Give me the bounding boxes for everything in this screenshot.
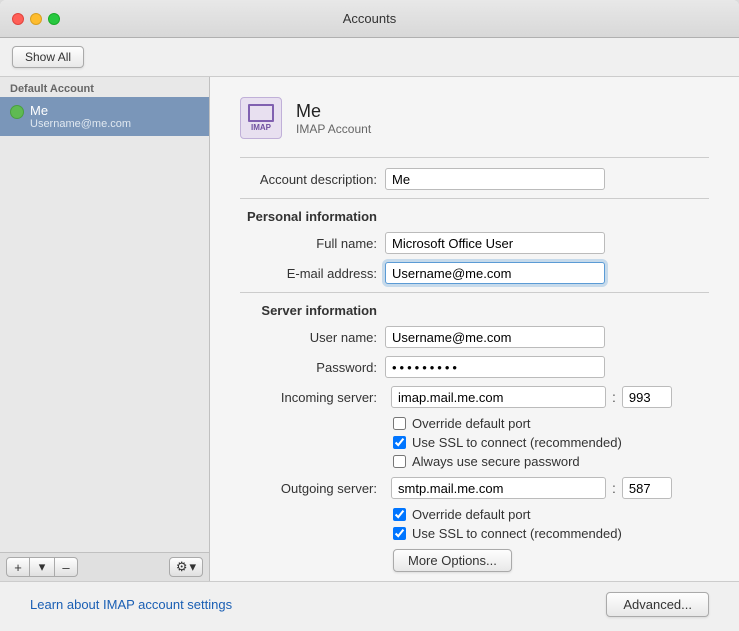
account-display-name: Me: [296, 101, 371, 122]
sidebar-item-text: Me Username@me.com: [30, 103, 199, 130]
main-panel: IMAP Me IMAP Account Account description…: [210, 77, 739, 581]
add-account-button[interactable]: +: [6, 557, 30, 577]
toolbar: Show All: [0, 38, 739, 77]
outgoing-server-label: Outgoing server:: [240, 481, 385, 496]
colon-2: :: [612, 480, 616, 496]
personal-section-label: Personal information: [240, 209, 385, 224]
incoming-server-label: Incoming server:: [240, 390, 385, 405]
gear-button[interactable]: ⚙ ▾: [169, 557, 203, 577]
description-input[interactable]: [385, 168, 605, 190]
ssl-row-2: Use SSL to connect (recommended): [393, 526, 709, 541]
username-input[interactable]: [385, 326, 605, 348]
ssl-checkbox[interactable]: [393, 436, 406, 449]
incoming-server-input[interactable]: [391, 386, 606, 408]
override-port-checkbox[interactable]: [393, 417, 406, 430]
secure-pwd-checkbox[interactable]: [393, 455, 406, 468]
gear-arrow-icon: ▾: [189, 559, 196, 575]
ssl-label-2: Use SSL to connect (recommended): [412, 526, 622, 541]
username-row: User name:: [240, 326, 709, 348]
override-port-row-2: Override default port: [393, 507, 709, 522]
fullname-input[interactable]: [385, 232, 605, 254]
personal-section-row: Personal information: [240, 209, 709, 224]
bottom-bar: Learn about IMAP account settings Advanc…: [0, 581, 739, 631]
sidebar-header: Default Account: [0, 77, 209, 97]
override-port-label-2: Override default port: [412, 507, 531, 522]
ssl-checkbox-2[interactable]: [393, 527, 406, 540]
colon-1: :: [612, 389, 616, 405]
account-header: IMAP Me IMAP Account: [240, 97, 709, 139]
override-port-row: Override default port: [393, 416, 709, 431]
content-area: Default Account Me Username@me.com + ▾ –…: [0, 77, 739, 581]
incoming-server-row: Incoming server: :: [240, 386, 709, 408]
divider-1: [240, 157, 709, 158]
advanced-button[interactable]: Advanced...: [606, 592, 709, 617]
override-port-checkbox-2[interactable]: [393, 508, 406, 521]
sidebar: Default Account Me Username@me.com + ▾ –…: [0, 77, 210, 581]
account-title-group: Me IMAP Account: [296, 101, 371, 136]
main-window: Accounts Show All Default Account Me Use…: [0, 0, 739, 631]
imap-label: IMAP: [251, 123, 271, 132]
sidebar-spacer: [0, 136, 209, 552]
sidebar-footer-left: + ▾ –: [6, 557, 78, 577]
fullname-row: Full name:: [240, 232, 709, 254]
dropdown-button[interactable]: ▾: [30, 557, 54, 577]
server-section-row: Server information: [240, 303, 709, 318]
maximize-button[interactable]: [48, 13, 60, 25]
account-type-label: IMAP Account: [296, 122, 371, 136]
outgoing-port-input[interactable]: [622, 477, 672, 499]
traffic-lights: [12, 13, 60, 25]
envelope-icon: [248, 104, 274, 122]
window-title: Accounts: [343, 11, 396, 26]
secure-pwd-label: Always use secure password: [412, 454, 580, 469]
titlebar: Accounts: [0, 0, 739, 38]
override-port-label: Override default port: [412, 416, 531, 431]
more-options-button[interactable]: More Options...: [393, 549, 512, 572]
ssl-label: Use SSL to connect (recommended): [412, 435, 622, 450]
imap-icon: IMAP: [240, 97, 282, 139]
outgoing-server-row: Outgoing server: :: [240, 477, 709, 499]
password-label: Password:: [240, 360, 385, 375]
divider-3: [240, 292, 709, 293]
username-label: User name:: [240, 330, 385, 345]
password-input[interactable]: [385, 356, 605, 378]
email-label: E-mail address:: [240, 266, 385, 281]
remove-account-button[interactable]: –: [54, 557, 78, 577]
outgoing-server-input[interactable]: [391, 477, 606, 499]
ssl-row: Use SSL to connect (recommended): [393, 435, 709, 450]
email-input[interactable]: [385, 262, 605, 284]
sidebar-account-item[interactable]: Me Username@me.com: [0, 97, 209, 136]
secure-pwd-row: Always use secure password: [393, 454, 709, 469]
minimize-button[interactable]: [30, 13, 42, 25]
account-status-icon: [10, 105, 24, 119]
server-section-label: Server information: [240, 303, 385, 318]
description-label: Account description:: [240, 172, 385, 187]
divider-2: [240, 198, 709, 199]
show-all-button[interactable]: Show All: [12, 46, 84, 68]
incoming-port-input[interactable]: [622, 386, 672, 408]
sidebar-footer: + ▾ – ⚙ ▾: [0, 552, 209, 581]
close-button[interactable]: [12, 13, 24, 25]
gear-icon: ⚙: [176, 559, 188, 575]
password-row: Password:: [240, 356, 709, 378]
more-options-row: More Options...: [393, 549, 709, 572]
description-row: Account description:: [240, 168, 709, 190]
fullname-label: Full name:: [240, 236, 385, 251]
sidebar-account-name: Me: [30, 103, 199, 118]
sidebar-account-email: Username@me.com: [30, 118, 199, 130]
learn-link[interactable]: Learn about IMAP account settings: [30, 597, 232, 612]
email-row: E-mail address:: [240, 262, 709, 284]
